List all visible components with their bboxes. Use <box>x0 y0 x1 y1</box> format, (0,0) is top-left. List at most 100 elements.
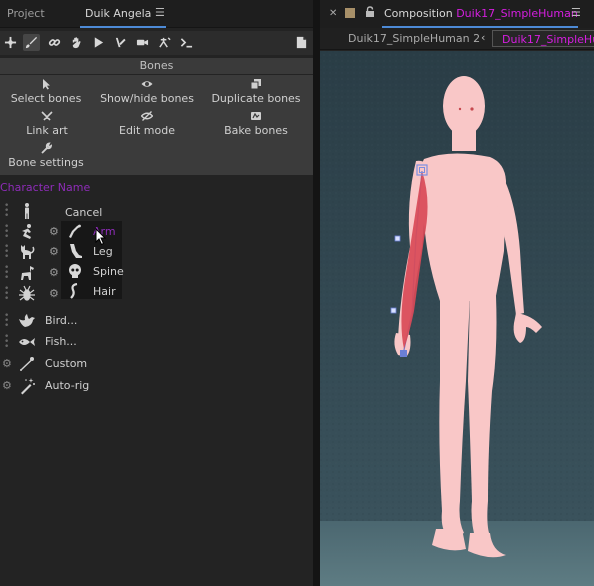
lock-icon[interactable] <box>365 6 375 18</box>
edit-mode-label: Edit mode <box>119 124 175 137</box>
popup-item-arm[interactable]: Arm <box>64 221 122 241</box>
gear-icon[interactable]: ⚙ <box>49 266 59 279</box>
fish-icon <box>18 333 36 351</box>
bones-buttons: Select bones Show/hide bones Duplicate b… <box>0 75 313 175</box>
bone-joint-elbow[interactable] <box>394 235 401 242</box>
gear-icon[interactable]: ⚙ <box>49 225 59 238</box>
category-row-quadruped-horse[interactable]: • • • ⚙ <box>0 263 313 283</box>
panel-divider[interactable] <box>313 0 320 586</box>
hand-icon[interactable] <box>68 34 85 51</box>
mouse-pointer-icon <box>95 228 107 246</box>
category-row-fish[interactable]: • • • Fish... <box>0 332 313 352</box>
gear-icon[interactable]: ⚙ <box>49 245 59 258</box>
link-art-label: Link art <box>26 124 68 137</box>
bird-label: Bird... <box>45 314 78 327</box>
eye-off-icon <box>141 111 153 121</box>
branch-icon[interactable] <box>112 34 129 51</box>
eye-icon <box>141 81 153 87</box>
play-icon[interactable] <box>90 34 107 51</box>
bone-settings-button[interactable]: Bone settings <box>0 142 96 172</box>
show-hide-bones-label: Show/hide bones <box>100 92 194 105</box>
breadcrumb-current: Duik17_SimpleHuman <box>502 33 594 46</box>
cancel-button[interactable]: Cancel <box>65 206 102 219</box>
drag-handle[interactable]: • • • <box>4 312 9 331</box>
drag-handle[interactable]: • • • <box>4 264 9 283</box>
select-bones-button[interactable]: Select bones <box>0 78 96 108</box>
chevron-left-icon: ‹ <box>481 31 486 44</box>
hair-icon <box>67 282 83 299</box>
human-pose-icon <box>18 223 36 241</box>
breadcrumb-current-box[interactable]: Duik17_SimpleHuman <box>492 30 594 47</box>
bird-icon <box>18 312 36 330</box>
close-icon[interactable]: ✕ <box>329 8 337 19</box>
category-row-insect[interactable]: • • • ⚙ <box>0 284 313 304</box>
bake-bones-button[interactable]: Bake bones <box>206 110 306 140</box>
popup-item-hair[interactable]: Hair <box>64 281 122 301</box>
bone-joint-hand[interactable] <box>400 350 407 357</box>
duik-panel: Project Duik Angela ☰ Bones Select bones… <box>0 0 313 586</box>
category-row-auto-rig[interactable]: ⚙ Auto-rig <box>0 376 313 396</box>
drag-handle[interactable]: • • • <box>4 243 9 262</box>
popup-spine-label: Spine <box>93 265 124 278</box>
hamburger-icon[interactable]: ☰ <box>571 6 581 19</box>
tab-project[interactable]: Project <box>7 7 45 20</box>
composition-canvas <box>320 51 594 586</box>
drag-handle[interactable]: • • • <box>4 285 9 304</box>
popup-item-spine[interactable]: Spine <box>64 261 124 281</box>
character-name-field[interactable]: Character Name <box>0 181 90 194</box>
bone-icon <box>18 355 36 373</box>
composition-viewer[interactable] <box>320 51 594 586</box>
drag-handle[interactable]: • • • <box>4 333 9 352</box>
hamburger-icon[interactable]: ☰ <box>155 6 165 19</box>
skull-icon <box>67 263 83 279</box>
tab-duik-angela[interactable]: Duik Angela <box>85 7 151 20</box>
category-row-bird[interactable]: • • • Bird... <box>0 311 313 331</box>
link-art-button[interactable]: Link art <box>0 110 97 140</box>
brush-icon[interactable] <box>23 34 40 51</box>
category-row-human[interactable]: • • • ⚙ <box>0 222 313 242</box>
gear-icon[interactable]: ⚙ <box>2 357 12 370</box>
custom-label: Custom <box>45 357 88 370</box>
drag-handle[interactable]: • • • <box>4 223 9 242</box>
biped-icon <box>18 202 36 220</box>
arm-icon <box>67 223 83 239</box>
edit-mode-button[interactable]: Edit mode <box>97 110 197 140</box>
duplicate-bones-button[interactable]: Duplicate bones <box>206 78 306 108</box>
composition-breadcrumb: Duik17_SimpleHuman 2 ‹ Duik17_SimpleHuma… <box>320 28 594 50</box>
rig-icon[interactable] <box>156 34 173 51</box>
composition-tab-title[interactable]: Composition Duik17_SimpleHuman <box>384 7 578 20</box>
composition-panel: ✕ Composition Duik17_SimpleHuman ☰ Duik1… <box>320 0 594 586</box>
bake-bones-label: Bake bones <box>224 124 288 137</box>
panel-tab-bar: Project Duik Angela ☰ <box>0 0 313 28</box>
label-color-swatch[interactable] <box>345 8 355 18</box>
select-bones-label: Select bones <box>10 92 82 105</box>
composition-tab-name: Duik17_SimpleHuman <box>456 7 578 20</box>
gear-icon[interactable]: ⚙ <box>49 287 59 300</box>
popup-hair-label: Hair <box>93 285 116 298</box>
breadcrumb-parent[interactable]: Duik17_SimpleHuman 2 <box>348 32 480 45</box>
link-icon[interactable] <box>46 34 63 51</box>
composition-tab-prefix: Composition <box>384 7 453 20</box>
camera-icon[interactable] <box>134 34 151 51</box>
auto-rig-label: Auto-rig <box>45 379 90 392</box>
cat-icon <box>18 243 36 261</box>
bone-joint-wrist[interactable] <box>390 307 397 314</box>
active-tab-indicator <box>80 26 166 28</box>
gear-icon[interactable]: ⚙ <box>2 379 12 392</box>
duplicate-bones-label: Duplicate bones <box>211 92 301 105</box>
category-row-quadruped-cat[interactable]: • • • ⚙ <box>0 242 313 262</box>
bone-settings-label: Bone settings <box>8 156 84 169</box>
category-row-biped[interactable]: • • • <box>0 201 313 221</box>
popup-leg-label: Leg <box>93 245 113 258</box>
fish-label: Fish... <box>45 335 77 348</box>
bones-tool-icon[interactable] <box>2 34 19 51</box>
show-hide-bones-button[interactable]: Show/hide bones <box>97 78 197 108</box>
duik-toolbar <box>0 31 313 55</box>
document-icon[interactable] <box>293 34 310 51</box>
popup-item-leg[interactable]: Leg <box>64 241 122 261</box>
section-header-bones: Bones <box>0 58 313 74</box>
copy-icon <box>250 79 261 90</box>
drag-handle[interactable]: • • • <box>4 202 9 221</box>
category-row-custom[interactable]: ⚙ Custom <box>0 354 313 374</box>
terminal-icon[interactable] <box>178 34 195 51</box>
